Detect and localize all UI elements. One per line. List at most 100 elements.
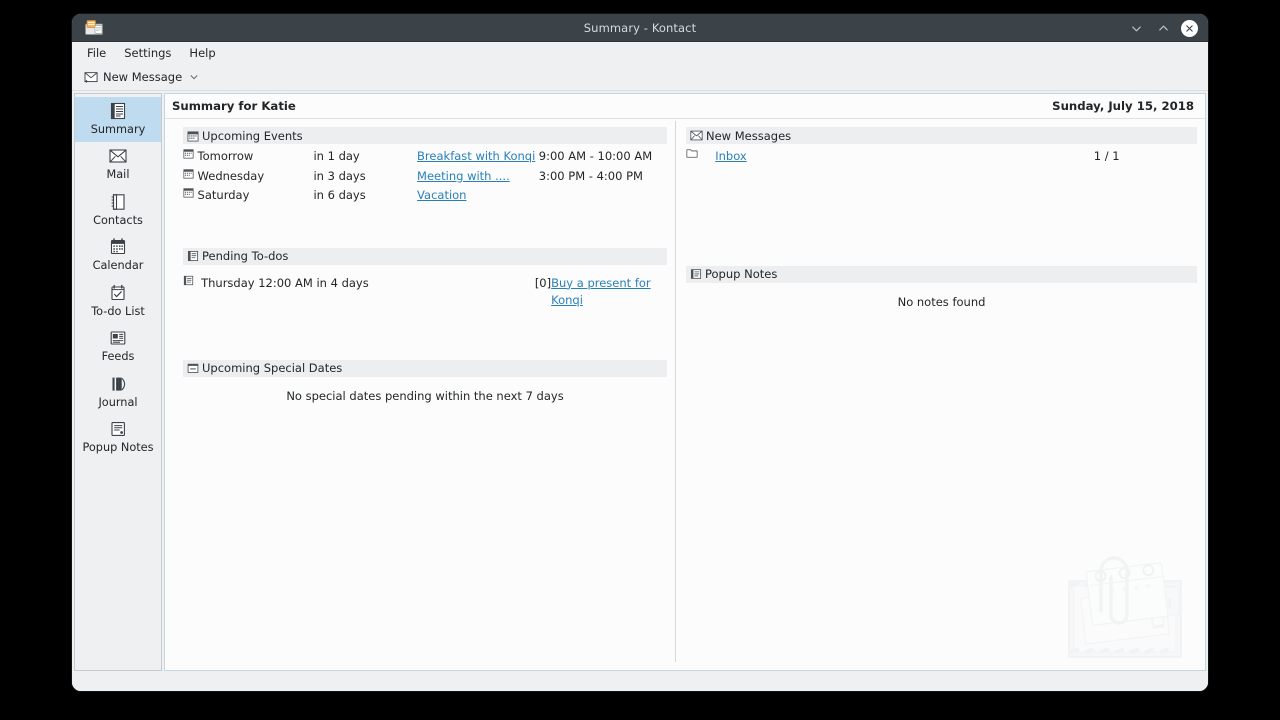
message-folder[interactable]: Inbox xyxy=(715,147,1094,167)
section-header: Upcoming Events xyxy=(183,127,667,144)
section-new-messages: New Messages xyxy=(686,127,1197,167)
sidebar-item-label: Calendar xyxy=(93,260,144,272)
summary-pane: Summary for Katie Sunday, July 15, 2018 xyxy=(164,93,1206,671)
sidebar-item-contacts[interactable]: Contacts xyxy=(75,188,161,233)
toolbar: New Message xyxy=(72,64,1208,91)
window-body: Summary Mail xyxy=(72,91,1208,691)
calendar-icon xyxy=(187,130,199,142)
section-body: Inbox 1 / 1 xyxy=(686,144,1197,167)
todo-due: Thursday 12:00 AM in 4 days xyxy=(201,274,524,311)
event-day: Wednesday xyxy=(198,167,314,187)
sidebar-item-feeds[interactable]: Feeds xyxy=(75,324,161,369)
event-day: Tomorrow xyxy=(198,147,314,167)
menu-help[interactable]: Help xyxy=(181,44,223,62)
sidebar: Summary Mail xyxy=(74,93,162,671)
spacer xyxy=(183,210,667,248)
mail-icon xyxy=(690,130,703,141)
folder-icon xyxy=(686,147,715,167)
section-pending-todos: Pending To-dos xyxy=(183,248,667,311)
sidebar-item-mail[interactable]: Mail xyxy=(75,142,161,187)
spacer xyxy=(686,171,1197,266)
event-summary[interactable]: Breakfast with Konqi xyxy=(417,147,539,167)
event-time xyxy=(539,186,667,206)
event-time: 3:00 PM - 4:00 PM xyxy=(539,167,667,187)
table-row[interactable]: Wednesday in 3 days Meeting with .... 3:… xyxy=(183,167,667,187)
special-dates-icon xyxy=(187,362,199,374)
section-popup-notes: Popup Notes No notes found xyxy=(686,266,1197,309)
new-message-button[interactable]: New Message xyxy=(80,68,203,86)
event-link[interactable]: Vacation xyxy=(417,188,466,202)
sidebar-item-todo-list[interactable]: To-do List xyxy=(75,279,161,324)
sidebar-item-label: Mail xyxy=(107,169,130,181)
sidebar-item-label: To-do List xyxy=(91,306,145,318)
chevron-down-icon[interactable] xyxy=(189,72,199,82)
folder-link[interactable]: Inbox xyxy=(715,149,746,163)
todo-link[interactable]: Buy a present for Konqi xyxy=(551,276,651,308)
section-header: Popup Notes xyxy=(686,266,1197,283)
sidebar-item-label: Feeds xyxy=(102,351,135,363)
desktop-background: Summary - Kontact xyxy=(0,0,1280,720)
sidebar-item-label: Summary xyxy=(91,124,146,136)
table-row[interactable]: Thursday 12:00 AM in 4 days [0] Buy a pr… xyxy=(183,274,667,311)
event-relative: in 6 days xyxy=(313,186,417,206)
summary-date: Sunday, July 15, 2018 xyxy=(1052,99,1194,113)
popup-notes-icon xyxy=(690,268,702,280)
kontact-icon xyxy=(84,18,104,38)
sidebar-item-calendar[interactable]: Calendar xyxy=(75,233,161,278)
window-titlebar: Summary - Kontact xyxy=(72,14,1208,42)
feeds-icon xyxy=(107,329,129,347)
event-link[interactable]: Breakfast with Konqi xyxy=(417,149,535,163)
section-title: Upcoming Special Dates xyxy=(202,361,342,375)
summary-icon xyxy=(107,102,129,120)
event-summary[interactable]: Meeting with .... xyxy=(417,167,539,187)
sidebar-item-label: Journal xyxy=(98,397,137,409)
summary-columns: Upcoming Events xyxy=(165,119,1205,670)
todo-summary[interactable]: Buy a present for Konqi xyxy=(551,274,667,311)
spacer xyxy=(183,315,667,360)
window-controls xyxy=(1127,14,1198,42)
message-count: 1 / 1 xyxy=(1094,147,1197,167)
event-time: 9:00 AM - 10:00 AM xyxy=(539,147,667,167)
sidebar-item-popup-notes[interactable]: Popup Notes xyxy=(75,415,161,460)
event-relative: in 3 days xyxy=(313,167,417,187)
menu-settings[interactable]: Settings xyxy=(116,44,179,62)
new-messages-table: Inbox 1 / 1 xyxy=(686,147,1197,167)
table-row[interactable]: Inbox 1 / 1 xyxy=(686,147,1197,167)
section-header: Upcoming Special Dates xyxy=(183,360,667,377)
section-header: Pending To-dos xyxy=(183,248,667,265)
calendar-icon xyxy=(107,238,129,256)
menu-file[interactable]: File xyxy=(79,44,114,62)
calendar-icon xyxy=(183,186,198,206)
mail-icon xyxy=(107,147,129,165)
section-body: No notes found xyxy=(686,283,1197,309)
sidebar-item-label: Contacts xyxy=(93,215,143,227)
page-title: Summary for Katie xyxy=(172,99,296,113)
sidebar-item-label: Popup Notes xyxy=(82,442,153,454)
section-title: Pending To-dos xyxy=(202,249,288,263)
sidebar-item-summary[interactable]: Summary xyxy=(75,97,161,142)
event-day: Saturday xyxy=(198,186,314,206)
pending-todos-table: Thursday 12:00 AM in 4 days [0] Buy a pr… xyxy=(183,274,667,311)
summary-left-column: Upcoming Events xyxy=(165,119,675,670)
summary-right-column: New Messages xyxy=(676,119,1205,670)
table-row[interactable]: Saturday in 6 days Vacation xyxy=(183,186,667,206)
sidebar-item-journal[interactable]: Journal xyxy=(75,370,161,415)
calendar-icon xyxy=(183,167,198,187)
section-title: Popup Notes xyxy=(705,267,777,281)
contacts-icon xyxy=(107,193,129,211)
summary-header: Summary for Katie Sunday, July 15, 2018 xyxy=(165,94,1205,119)
event-summary[interactable]: Vacation xyxy=(417,186,539,206)
todo-count: [0] xyxy=(525,274,552,311)
empty-message: No notes found xyxy=(686,286,1197,309)
section-body: Thursday 12:00 AM in 4 days [0] Buy a pr… xyxy=(183,265,667,311)
kontact-window: Summary - Kontact xyxy=(72,14,1208,691)
todo-icon xyxy=(183,274,201,311)
maximize-button[interactable] xyxy=(1154,19,1172,37)
journal-icon xyxy=(107,375,129,393)
empty-message: No special dates pending within the next… xyxy=(183,380,667,403)
close-button[interactable] xyxy=(1181,20,1198,37)
table-row[interactable]: Tomorrow in 1 day Breakfast with Konqi 9… xyxy=(183,147,667,167)
minimize-button[interactable] xyxy=(1127,19,1145,37)
window-title: Summary - Kontact xyxy=(72,21,1208,35)
event-link[interactable]: Meeting with .... xyxy=(417,169,510,183)
